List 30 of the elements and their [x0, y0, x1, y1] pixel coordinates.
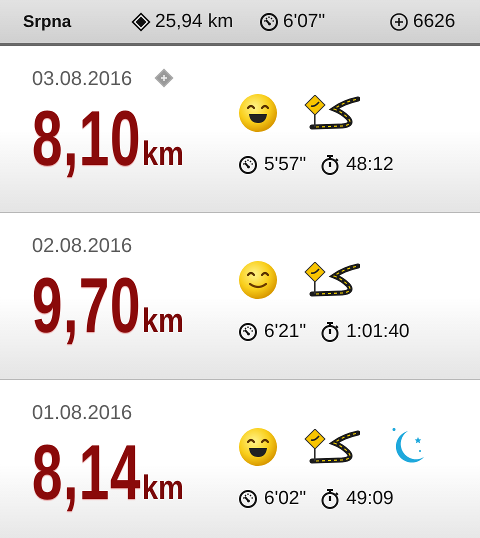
run-distance: 8,14 — [32, 432, 142, 512]
run-date: 03.08.2016 — [32, 68, 132, 91]
run-duration: 48:12 — [346, 154, 394, 176]
average-pace: 6'07" — [283, 10, 326, 32]
run-date: 01.08.2016 — [32, 402, 132, 425]
total-distance: 25,94 km — [155, 10, 234, 32]
road-sign-icon — [304, 429, 360, 465]
run-pace: 6'21" — [264, 321, 306, 343]
road-sign-icon — [304, 95, 360, 131]
distance-unit: km — [142, 135, 184, 174]
run-duration: 1:01:40 — [346, 321, 410, 343]
stopwatch-icon — [320, 154, 340, 176]
speedometer-icon — [238, 489, 258, 509]
distance-unit: km — [142, 302, 184, 341]
speedometer-icon — [238, 322, 258, 342]
plus-circle-icon — [389, 12, 409, 32]
stopwatch-icon — [320, 488, 340, 510]
run-duration: 49:09 — [346, 488, 394, 510]
road-sign-icon — [304, 262, 360, 298]
run-date: 02.08.2016 — [32, 235, 132, 258]
total-points: 6626 — [413, 10, 456, 32]
run-distance: 9,70 — [32, 265, 142, 345]
run-pace: 5'57" — [264, 154, 306, 176]
month-title: Srpna — [23, 12, 72, 32]
run-distance: 8,10 — [32, 98, 142, 178]
speedometer-icon — [259, 12, 279, 32]
stopwatch-icon — [320, 321, 340, 343]
distance-unit: km — [142, 469, 184, 508]
speedometer-icon — [238, 155, 258, 175]
run-pace: 6'02" — [264, 488, 306, 510]
